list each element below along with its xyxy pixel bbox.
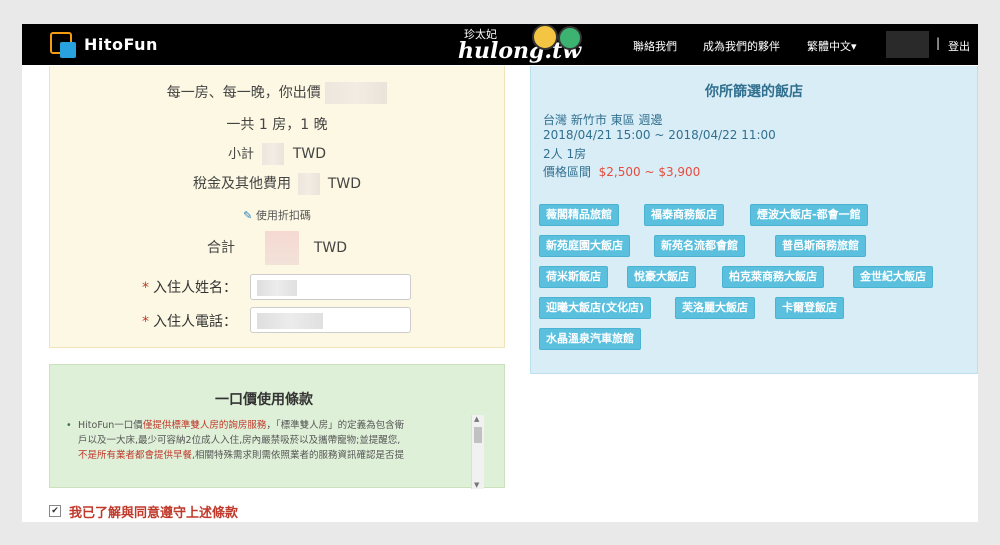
terms-line-3: 不是所有業者都會提供早餐,相關特殊需求則需依照業者的服務資訊確認是否提 [78,450,405,461]
agree-terms-label[interactable]: 我已了解與同意遵守上述條款 [69,502,238,521]
hitofun-logo-icon[interactable] [50,32,76,58]
offer-row: 每一房、每一晚，你出價 [50,82,504,104]
scroll-up-icon[interactable]: ▲ [474,415,479,423]
discount-code-label[interactable]: 使用折扣碼 [256,209,311,222]
bullet-dot: • [66,420,72,431]
selected-hotels-title: 你所篩選的飯店 [705,84,803,100]
guests-rooms-text: 2人 1房 [543,147,587,161]
hotel-tag[interactable]: 金世紀大飯店 [853,266,933,288]
subtotal-currency: TWD [292,146,327,162]
booking-summary-panel: 每一房、每一晚，你出價 一共 1 房，1 晚 小計 TWD 稅金及其他費用 TW… [49,66,505,348]
selected-hotels-panel: 你所篩選的飯店 台灣 新竹市 東區 週邊 2018/04/21 15:00 ~ … [530,66,978,374]
price-range-value: $2,500 ~ $3,900 [598,165,701,179]
nav-language-dropdown[interactable]: 繁體中文▾ [807,38,857,54]
subtotal-row: 小計 TWD [50,143,504,165]
date-range-text: 2018/04/21 15:00 ~ 2018/04/22 11:00 [543,128,776,142]
hotel-tag[interactable]: 悅豪大飯店 [627,266,696,288]
terms-line-1: HitoFun一口價僅提供標準雙人房的詢房服務，「標準雙人房」的定義為包含衛 [78,420,405,431]
tax-row: 稅金及其他費用 TWD [50,173,504,195]
location-text: 台灣 新竹市 東區 週邊 [543,113,663,127]
total-currency: TWD [313,240,348,256]
offer-price-redacted [325,82,388,104]
discount-code-link[interactable]: ✎ 使用折扣碼 [50,207,504,223]
scroll-down-icon[interactable]: ▼ [474,481,479,489]
logout-link[interactable]: 登出 [948,38,970,54]
terms-title: 一口價使用條款 [215,392,313,408]
guest-name-label: * 入住人姓名： [142,277,237,297]
price-range-label: 價格區間 [543,165,592,179]
hotel-tag[interactable]: 新苑名流都會館 [654,235,745,257]
tax-currency: TWD [327,176,362,192]
magic-wand-icon: ✎ [243,209,253,222]
rooms-nights-text: 一共 1 房，1 晚 [226,117,328,133]
scroll-thumb[interactable] [474,427,482,443]
tax-redacted [298,173,321,195]
terms-panel: 一口價使用條款 • HitoFun一口價僅提供標準雙人房的詢房服務，「標準雙人房… [49,364,505,489]
terms-line-2: 戶以及一大床,最少可容納2位成人入住,房內嚴禁吸菸以及攜帶寵物;並提醒您, [78,435,401,446]
brand-name[interactable]: HitoFun [84,35,158,54]
dragon-mascot-icon [558,26,582,50]
hotel-tag[interactable]: 普邑斯商務旅館 [775,235,866,257]
nav-separator: | [936,36,941,50]
guest-phone-label-text: 入住人電話： [153,314,237,330]
nav-contact-link[interactable]: 聯絡我們 [633,38,677,54]
hotel-tag[interactable]: 卡爾登飯店 [775,297,844,319]
total-redacted [265,231,300,265]
hotel-tag[interactable]: 芙洛麗大飯店 [675,297,755,319]
price-range-row: 價格區間 $2,500 ~ $3,900 [543,163,700,180]
tiger-mascot-icon [532,24,558,50]
hotel-tag[interactable]: 新苑庭園大飯店 [539,235,630,257]
terms-body: • HitoFun一口價僅提供標準雙人房的詢房服務，「標準雙人房」的定義為包含衛… [66,418,478,463]
tax-label: 稅金及其他費用 [192,176,291,192]
terms-scrollbar[interactable]: ▲ ▼ [471,415,484,489]
hotel-tag[interactable]: 煙波大飯店-都會一館 [750,204,868,226]
hotel-tag[interactable]: 水晶溫泉汽車旅館 [539,328,641,350]
agree-checkbox[interactable]: ✔ [49,505,61,517]
subtotal-label: 小計 [227,147,254,162]
subtotal-redacted [262,143,285,165]
hotel-tag[interactable]: 迎曦大飯店(文化店) [539,297,652,319]
guest-phone-label: * 入住人電話： [142,311,237,331]
hotel-tag[interactable]: 荷米斯飯店 [539,266,608,288]
hotel-tag[interactable]: 福泰商務飯店 [644,204,724,226]
required-star: * [142,280,149,296]
guest-name-label-text: 入住人姓名： [153,280,237,296]
guest-name-input[interactable] [250,274,411,300]
total-label: 合計 [206,240,235,256]
watermark-logo: 珍太妃 hulong.tw [454,24,584,66]
top-navbar: HitoFun 珍太妃 hulong.tw 聯絡我們 成為我們的夥伴 繁體中文▾… [22,24,978,65]
required-star: * [142,314,149,330]
hotel-tag[interactable]: 薇閣精品旅館 [539,204,619,226]
page-frame: HitoFun 珍太妃 hulong.tw 聯絡我們 成為我們的夥伴 繁體中文▾… [22,24,978,522]
user-avatar[interactable] [886,31,929,58]
guest-phone-input[interactable] [250,307,411,333]
total-row: 合計 TWD [50,231,504,265]
offer-text: 每一房、每一晚，你出價 [166,85,321,101]
nav-partner-link[interactable]: 成為我們的夥伴 [703,38,780,54]
hotel-tag[interactable]: 柏克萊商務大飯店 [722,266,824,288]
